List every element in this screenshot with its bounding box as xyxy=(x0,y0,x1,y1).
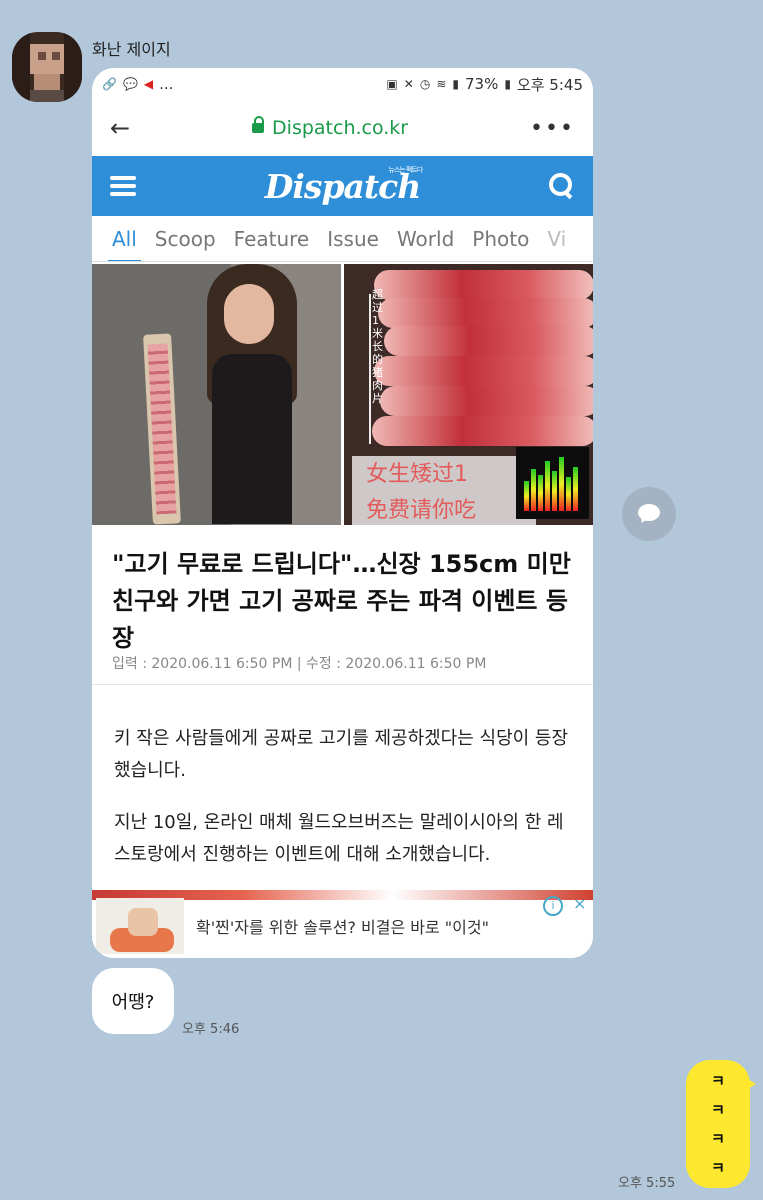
received-message-time: 오후 5:46 xyxy=(182,1022,240,1037)
hero-photo-meat: 超过1米长的猪肉片 女生矮过1 免费请你吃 xyxy=(344,264,593,525)
ad-text: 확'찐'자를 위한 솔루션? 비결은 바로 "이것" xyxy=(196,918,489,937)
hero-vertical-caption: 超过1米长的猪肉片 xyxy=(372,288,383,405)
hero-overlay-line2: 免费请你吃 xyxy=(352,492,536,525)
link-icon: 🔗 xyxy=(102,77,117,91)
site-header: Dispatch 뉴스는 팩트다 xyxy=(92,156,593,216)
url-text: Dispatch.co.kr xyxy=(252,116,409,139)
dispatch-logo: Dispatch 뉴스는 팩트다 xyxy=(265,165,424,206)
received-message-text: 어땡? xyxy=(111,992,155,1013)
more-icon: ••• xyxy=(530,115,575,141)
status-ellipsis: ... xyxy=(159,75,174,93)
battery-level: 73% xyxy=(464,75,499,93)
sender-avatar[interactable] xyxy=(12,32,82,102)
tab-photo: Photo xyxy=(472,226,530,251)
speaker-icon: ◀ xyxy=(143,77,154,91)
logo-tagline: 뉴스는 팩트다 xyxy=(388,165,423,174)
nfc-icon: ▣ xyxy=(386,77,398,91)
lock-icon xyxy=(252,116,265,133)
alarm-icon: ◷ xyxy=(419,77,431,91)
tab-scoop: Scoop xyxy=(154,226,216,251)
wifi-icon: ≋ xyxy=(436,77,447,91)
tab-world: World xyxy=(396,226,455,251)
hero-overlay-line1: 女生矮过1 xyxy=(352,456,536,492)
battery-icon: ▮ xyxy=(504,77,511,91)
tab-video: Vi xyxy=(547,226,567,251)
back-arrow-icon: ← xyxy=(110,114,131,142)
ad-scale-image xyxy=(96,898,184,954)
category-tabs: All Scoop Feature Issue World Photo Vi xyxy=(92,216,593,262)
article-title: "고기 무료로 드립니다"…신장 155cm 미만 친구와 가면 고기 공짜로 … xyxy=(112,550,571,652)
sent-message-line: ㅋ xyxy=(711,1101,725,1119)
status-time: 오후 5:45 xyxy=(516,75,583,94)
sent-message-time: 오후 5:55 xyxy=(618,1176,676,1191)
tab-feature: Feature xyxy=(233,226,310,251)
sent-message-line: ㅋ xyxy=(711,1130,725,1148)
ad-close-icon: × xyxy=(573,894,587,913)
received-message-bubble[interactable]: 어땡? xyxy=(92,968,174,1034)
share-button[interactable] xyxy=(622,487,676,541)
browser-url-bar: ← Dispatch.co.kr ••• xyxy=(92,100,593,156)
sent-message-line: ㅋ xyxy=(711,1159,725,1177)
tab-all: All xyxy=(108,226,141,261)
ad-banner: 확'찐'자를 위한 솔루션? 비결은 바로 "이것" i × xyxy=(92,890,593,958)
shared-screenshot[interactable]: 🔗 💬 ◀ ... ▣ ✕ ◷ ≋ ▮ 73% ▮ 오후 5:45 ← Disp… xyxy=(92,68,593,958)
search-icon xyxy=(549,173,575,199)
divider xyxy=(92,684,593,685)
tab-issue: Issue xyxy=(327,226,379,251)
article-paragraph: 지난 10일, 온라인 매체 월드오브버즈는 말레이시아의 한 레스토랑에서 진… xyxy=(114,812,564,865)
article-paragraph: 키 작은 사람들에게 공짜로 고기를 제공하겠다는 식당이 등장했습니다. xyxy=(114,728,569,781)
article-meta: 입력 : 2020.06.11 6:50 PM | 수정 : 2020.06.1… xyxy=(112,656,487,672)
article-hero-image: 超过1米长的猪肉片 女生矮过1 免费请你吃 xyxy=(92,264,593,525)
hamburger-menu-icon xyxy=(110,176,136,196)
sender-name: 화난 제이지 xyxy=(92,40,171,59)
sent-message-bubble[interactable]: ㅋ ㅋ ㅋ ㅋ xyxy=(686,1060,756,1188)
talk-icon: 💬 xyxy=(122,77,138,91)
sent-message-line: ㅋ xyxy=(711,1072,725,1090)
hero-photo-woman xyxy=(92,264,341,525)
ad-info-icon: i xyxy=(543,896,563,916)
status-bar: 🔗 💬 ◀ ... ▣ ✕ ◷ ≋ ▮ 73% ▮ 오후 5:45 xyxy=(92,68,593,100)
signal-icon: ▮ xyxy=(452,77,459,91)
url-label: Dispatch.co.kr xyxy=(272,117,409,139)
mute-icon: ✕ xyxy=(403,77,414,91)
equalizer-icon xyxy=(516,447,589,519)
